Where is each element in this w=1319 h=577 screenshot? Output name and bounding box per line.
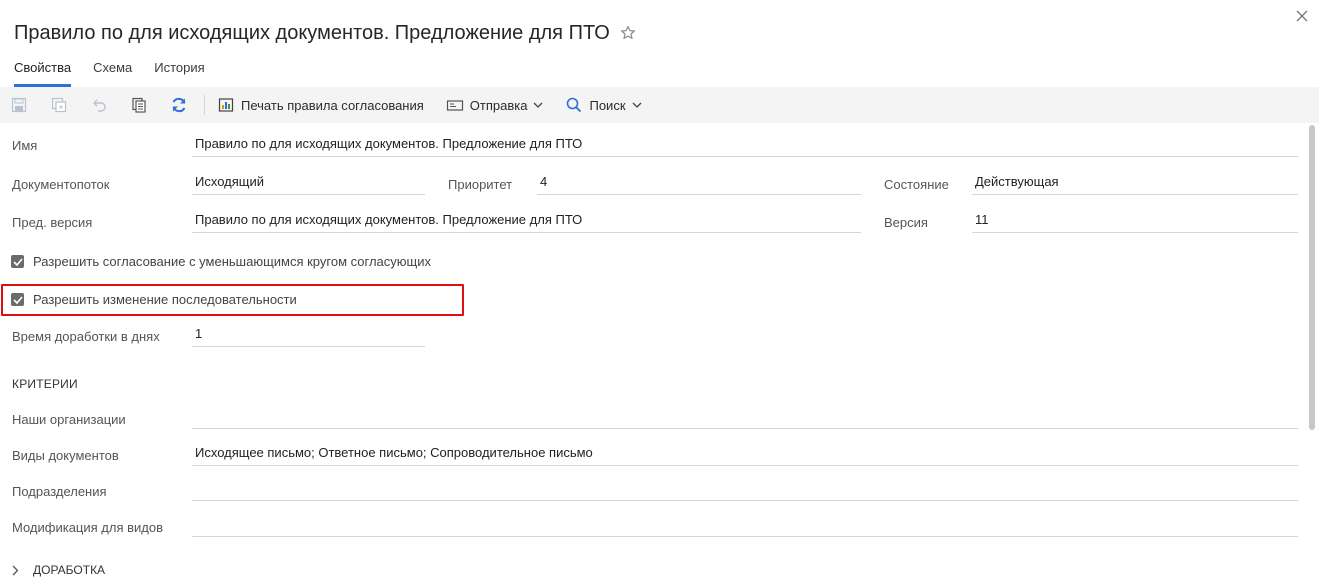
toolbar: Печать правила согласования Отправка Пои… <box>0 87 1319 123</box>
criteria-section-title: КРИТЕРИИ <box>12 377 78 391</box>
modification-field[interactable] <box>192 515 1298 537</box>
prev-version-label: Пред. версия <box>12 215 93 230</box>
rework-time-field[interactable]: 1 <box>192 325 425 347</box>
tab-bar: Свойства Схема История <box>14 56 227 88</box>
checkbox-label: Разрешить изменение последовательности <box>33 292 297 307</box>
doc-types-label: Виды документов <box>12 448 119 463</box>
copy-icon[interactable] <box>128 94 150 116</box>
search-dropdown-button[interactable]: Поиск <box>565 96 641 114</box>
name-label: Имя <box>12 138 38 153</box>
priority-field[interactable]: 4 <box>537 173 861 195</box>
checkbox-label: Разрешить согласование с уменьшающимся к… <box>33 254 431 269</box>
tab-scheme[interactable]: Схема <box>93 56 132 88</box>
send-label: Отправка <box>469 97 528 113</box>
send-icon <box>446 96 464 114</box>
undo-icon[interactable] <box>88 94 110 116</box>
checkbox-checked-icon <box>11 293 24 306</box>
properties-form: Имя Правило по для исходящих документов.… <box>0 123 1306 577</box>
our-orgs-field[interactable] <box>192 407 1298 429</box>
page-header: Правило по для исходящих документов. Пре… <box>14 19 636 47</box>
allow-decreasing-approvers-checkbox[interactable]: Разрешить согласование с уменьшающимся к… <box>11 254 431 269</box>
version-label: Версия <box>884 215 928 230</box>
state-field[interactable]: Действующая <box>972 173 1298 195</box>
docflow-field[interactable]: Исходящий <box>192 173 425 195</box>
toolbar-divider <box>204 95 205 115</box>
close-icon[interactable] <box>1293 7 1311 25</box>
refresh-icon[interactable] <box>168 94 190 116</box>
chevron-down-icon <box>533 102 543 108</box>
search-icon <box>565 96 583 114</box>
docflow-label: Документопоток <box>12 177 110 192</box>
checkbox-checked-icon <box>11 255 24 268</box>
doc-types-field[interactable]: Исходящее письмо; Ответное письмо; Сопро… <box>192 444 1298 466</box>
report-chart-icon <box>217 96 235 114</box>
state-label: Состояние <box>884 177 949 192</box>
departments-field[interactable] <box>192 479 1298 501</box>
rework-time-label: Время доработки в днях <box>12 329 160 344</box>
page-title: Правило по для исходящих документов. Пре… <box>14 21 610 44</box>
priority-label: Приоритет <box>448 177 513 192</box>
name-field[interactable]: Правило по для исходящих документов. Пре… <box>192 135 1298 157</box>
favorite-star-icon[interactable] <box>620 25 636 41</box>
chevron-right-icon <box>12 565 19 576</box>
save-and-close-icon[interactable] <box>48 94 70 116</box>
departments-label: Подразделения <box>12 484 107 499</box>
vertical-scrollbar[interactable] <box>1309 125 1315 430</box>
search-label: Поиск <box>589 97 626 113</box>
send-dropdown-button[interactable]: Отправка <box>446 96 544 114</box>
chevron-down-icon <box>632 102 642 108</box>
modification-label: Модификация для видов <box>12 520 163 535</box>
version-field[interactable]: 11 <box>972 211 1298 233</box>
tab-properties[interactable]: Свойства <box>14 56 72 87</box>
print-rule-button[interactable]: Печать правила согласования <box>217 96 424 114</box>
save-icon[interactable] <box>8 94 30 116</box>
tab-history[interactable]: История <box>154 56 204 88</box>
print-rule-label: Печать правила согласования <box>241 97 424 113</box>
our-orgs-label: Наши организации <box>12 412 126 427</box>
allow-sequence-change-checkbox[interactable]: Разрешить изменение последовательности <box>11 292 297 307</box>
prev-version-field[interactable]: Правило по для исходящих документов. Пре… <box>192 211 861 233</box>
